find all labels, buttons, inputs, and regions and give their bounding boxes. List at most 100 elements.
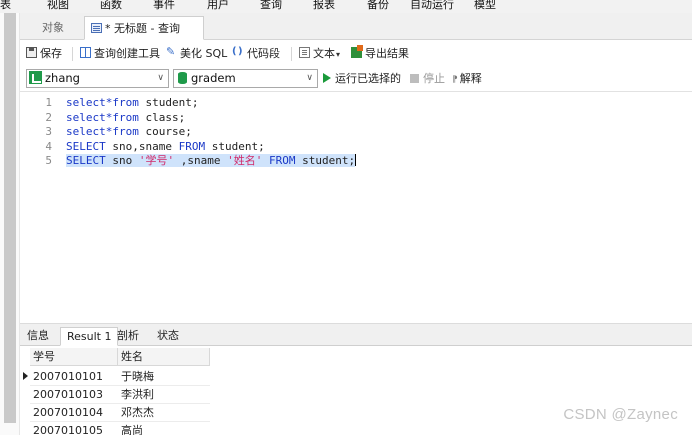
current-row-indicator-icon [23,372,28,380]
query-builder-button[interactable]: 查询创建工具 [80,46,160,62]
sql-token: ,sname [174,154,228,168]
query-toolbar: 保存 查询创建工具 美化 SQL 代码段 文本▾ 导出结果 [20,40,692,67]
table-row[interactable]: 2007010105 高尚 [20,422,210,435]
tab-status[interactable]: 状态 [151,327,185,346]
connection-icon [29,71,42,84]
menu-item-backup[interactable]: 备份 [367,0,389,12]
line-number: 3 [45,125,52,139]
explain-button[interactable]: ⁋ 解释 [452,71,482,87]
save-button[interactable]: 保存 [26,46,62,62]
table-cell[interactable]: 李洪利 [118,386,210,404]
code-line[interactable]: select*from class; [66,111,185,126]
query-builder-icon [80,47,91,58]
tab-untitled-query[interactable]: * 无标题 - 查询 [84,16,204,40]
column-header-sno[interactable]: 学号 [30,348,118,366]
menu-item-table[interactable]: 表 [0,0,11,12]
watermark: CSDN @Zaynec [563,406,678,423]
beautify-sql-label: 美化 SQL [180,47,228,60]
database-value: gradem [191,71,236,85]
sql-token: student; [138,96,199,109]
explain-icon: ⁋ [452,75,458,85]
export-result-button[interactable]: 导出结果 [351,45,409,62]
menu-item-automation[interactable]: 自动运行 [410,0,454,12]
line-number: 5 [45,154,52,168]
results-tab-bar: 信息 Result 1 剖析 状态 [20,324,692,346]
stop-button[interactable]: 停止 [410,71,445,87]
beautify-icon [166,44,177,60]
menu-item-event[interactable]: 事件 [153,0,175,12]
chevron-down-icon: ▾ [336,50,341,59]
sql-keyword: FROM [178,139,206,153]
connection-bar: zhang ∨ gradem ∨ 运行已选择的 停止 ⁋ 解释 [20,67,692,91]
line-number: 1 [45,96,52,109]
menu-item-user[interactable]: 用户 [207,0,229,12]
explain-label: 解释 [459,72,482,85]
export-icon [351,45,363,58]
line-number: 2 [45,110,52,124]
sql-keyword: select* [66,96,113,109]
code-snippet-label: 代码段 [247,47,280,60]
text-output-button[interactable]: 文本▾ [299,46,340,62]
sql-token: sno,sname [105,139,179,153]
sql-token: student; [205,139,265,153]
sql-keyword: from [112,96,139,109]
sql-editor[interactable]: 1 2 3 4 5 select*from student; select*fro… [20,91,692,324]
play-icon [323,73,331,83]
text-label: 文本 [313,47,335,60]
left-panel-strip [0,13,20,435]
tab-info[interactable]: 信息 [21,327,55,346]
sql-keyword: from [112,125,139,139]
left-scrollbar[interactable] [4,13,16,423]
connection-select[interactable]: zhang ∨ [26,69,169,88]
tab-profile[interactable]: 剖析 [111,327,145,346]
chevron-down-icon: ∨ [157,73,164,83]
table-cell[interactable]: 2007010103 [30,386,118,404]
stop-icon [410,74,419,83]
database-icon [178,72,187,84]
code-line[interactable]: SELECT sno,sname FROM student; [66,140,265,155]
table-cell[interactable]: 高尚 [118,422,210,435]
table-cell[interactable]: 2007010101 [30,368,118,386]
sql-keyword: SELECT [66,139,106,153]
code-text: select*from course; [66,125,192,138]
code-snippet-icon [232,44,244,60]
query-document-icon [91,23,102,33]
menu-item-model[interactable]: 模型 [474,0,496,12]
tab-query-label: * 无标题 - 查询 [105,22,180,35]
text-icon [299,47,310,58]
table-cell[interactable]: 于晓梅 [118,368,210,386]
table-row[interactable]: 2007010104 邓杰杰 [20,404,210,422]
table-row[interactable]: 2007010101 于晓梅 [20,368,210,386]
toolbar-divider [72,47,73,61]
save-label: 保存 [40,47,62,60]
tab-objects[interactable]: 对象 [22,16,84,40]
table-cell[interactable]: 2007010104 [30,404,118,422]
run-selected-button[interactable]: 运行已选择的 [323,71,401,87]
connection-value: zhang [45,71,80,85]
tab-result-1[interactable]: Result 1 [60,327,119,346]
text-cursor [355,154,357,167]
database-select[interactable]: gradem ∨ [173,69,318,88]
sql-token: sno [105,154,139,168]
sql-keyword: select* [66,110,113,124]
table-cell[interactable]: 邓杰杰 [118,404,210,422]
stop-label: 停止 [423,72,445,85]
code-line[interactable]: select*from student; [66,96,198,111]
menu-bar: 表 视图 函数 事件 用户 查询 报表 备份 自动运行 模型 [0,0,692,13]
beautify-sql-button[interactable]: 美化 SQL [166,44,228,62]
sql-token: course; [138,125,192,139]
line-number: 4 [45,139,52,153]
menu-item-view[interactable]: 视图 [47,0,69,12]
table-cell[interactable]: 2007010105 [30,422,118,435]
sql-string: '学号' [138,154,175,168]
menu-item-report[interactable]: 报表 [313,0,335,12]
menu-item-query[interactable]: 查询 [260,0,282,12]
run-selected-label: 运行已选择的 [335,72,401,85]
table-row[interactable]: 2007010103 李洪利 [20,386,210,404]
menu-item-function[interactable]: 函数 [100,0,122,12]
code-line[interactable]: select*from course; [66,125,192,140]
code-line[interactable]: SELECT sno '学号' ,sname '姓名' FROM student… [66,154,357,169]
column-header-sname[interactable]: 姓名 [118,348,210,366]
code-snippet-button[interactable]: 代码段 [232,44,280,62]
code-text: select*from student; [66,96,198,109]
